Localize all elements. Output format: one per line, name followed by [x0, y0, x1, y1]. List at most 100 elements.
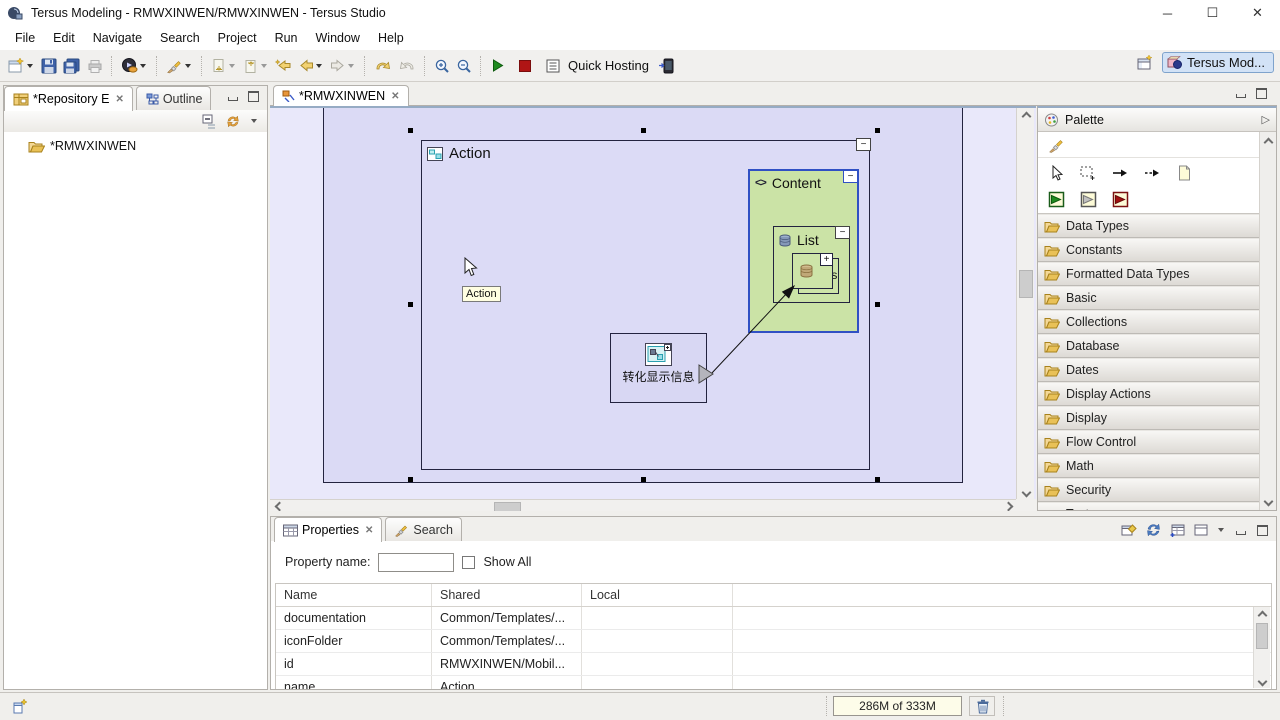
- editor-vertical-scrollbar[interactable]: [1016, 108, 1034, 499]
- palette-category-constants[interactable]: Constants: [1038, 238, 1259, 262]
- property-row-iconfolder[interactable]: iconFolder Common/Templates/...: [276, 630, 1271, 653]
- selection-handle-se[interactable]: [875, 477, 880, 482]
- scroll-thumb[interactable]: [1019, 270, 1033, 298]
- note-tool[interactable]: [1173, 163, 1195, 183]
- print-button[interactable]: [85, 54, 105, 78]
- palette-category-display[interactable]: Display: [1038, 406, 1259, 430]
- selection-handle-sw[interactable]: [408, 477, 413, 482]
- close-icon[interactable]: ✕: [115, 94, 123, 105]
- selection-handle-nw[interactable]: [408, 128, 413, 133]
- redo-button[interactable]: [396, 54, 418, 78]
- undo-button[interactable]: [372, 54, 394, 78]
- next-annotation-button[interactable]: [209, 54, 239, 78]
- menu-project[interactable]: Project: [209, 28, 266, 48]
- scroll-thumb[interactable]: [494, 502, 521, 511]
- tab-properties[interactable]: Properties ✕: [274, 517, 382, 542]
- window-close-button[interactable]: ✕: [1235, 0, 1280, 26]
- last-edit-location-button[interactable]: [273, 54, 294, 78]
- selection-handle-s[interactable]: [641, 477, 646, 482]
- exit-point-tool[interactable]: [1109, 190, 1131, 210]
- minimize-editor-button[interactable]: [1233, 87, 1248, 100]
- save-button[interactable]: [39, 54, 59, 78]
- scroll-down-arrow[interactable]: [1018, 485, 1034, 499]
- save-all-button[interactable]: [61, 54, 83, 78]
- palette-category-collections[interactable]: Collections: [1038, 310, 1259, 334]
- garbage-collect-button[interactable]: [969, 696, 995, 716]
- palette-category-data-types[interactable]: Data Types: [1038, 214, 1259, 238]
- tree-item-rmwxinwen[interactable]: *RMWXINWEN: [4, 136, 267, 156]
- new-property-table-icon[interactable]: [1169, 523, 1186, 538]
- content-display-box[interactable]: <> Content − List −: [748, 169, 859, 333]
- menu-navigate[interactable]: Navigate: [84, 28, 151, 48]
- scroll-right-arrow[interactable]: [1000, 500, 1016, 511]
- property-row-documentation[interactable]: documentation Common/Templates/...: [276, 607, 1271, 630]
- back-dropdown-arrow[interactable]: [316, 64, 322, 68]
- validate-button[interactable]: [119, 54, 150, 78]
- scroll-down-arrow[interactable]: [1254, 674, 1270, 688]
- minimize-view-button[interactable]: [1233, 524, 1248, 537]
- palette-category-formatted-data-types[interactable]: Formatted Data Types: [1038, 262, 1259, 286]
- selection-handle-w[interactable]: [408, 302, 413, 307]
- palette-category-text[interactable]: Text: [1038, 502, 1259, 511]
- expand-plus-badge[interactable]: +: [820, 253, 833, 266]
- palette-category-security[interactable]: Security: [1038, 478, 1259, 502]
- previous-annotation-dropdown-arrow[interactable]: [261, 64, 267, 68]
- scroll-up-arrow[interactable]: [1254, 607, 1270, 621]
- previous-annotation-button[interactable]: [241, 54, 271, 78]
- collapse-button[interactable]: −: [843, 170, 858, 183]
- close-icon[interactable]: ✕: [365, 525, 373, 536]
- tab-editor-rmwxinwen[interactable]: *RMWXINWEN ✕: [273, 85, 409, 106]
- property-name-input[interactable]: [378, 553, 454, 572]
- brush-tool-icon[interactable]: [1045, 135, 1067, 155]
- maximize-editor-button[interactable]: [1254, 87, 1269, 100]
- pin-editor-icon[interactable]: [1121, 523, 1138, 538]
- palette-category-flow-control[interactable]: Flow Control: [1038, 430, 1259, 454]
- selection-handle-n[interactable]: [641, 128, 646, 133]
- marquee-tool[interactable]: [1077, 163, 1099, 183]
- maximize-view-button[interactable]: [1255, 524, 1270, 537]
- properties-scrollbar[interactable]: [1253, 607, 1270, 688]
- scroll-left-arrow[interactable]: [270, 500, 286, 511]
- menu-edit[interactable]: Edit: [44, 28, 84, 48]
- link-dropdown-arrow[interactable]: [185, 64, 191, 68]
- new-dropdown-arrow[interactable]: [27, 64, 33, 68]
- scroll-thumb[interactable]: [1256, 623, 1268, 649]
- link-with-editor-button[interactable]: [164, 54, 195, 78]
- palette-collapse-arrow-icon[interactable]: ▷: [1262, 113, 1270, 126]
- scroll-down-arrow[interactable]: [1260, 494, 1276, 508]
- palette-category-math[interactable]: Math: [1038, 454, 1259, 478]
- entry-point-tool[interactable]: [1045, 190, 1067, 210]
- property-row-id[interactable]: id RMWXINWEN/Mobil...: [276, 653, 1271, 676]
- flow-arrow-tool[interactable]: [1109, 163, 1131, 183]
- palette-category-display-actions[interactable]: Display Actions: [1038, 382, 1259, 406]
- window-maximize-button[interactable]: ☐: [1190, 0, 1235, 26]
- fast-view-icon[interactable]: [12, 698, 29, 715]
- view-menu-chevron-icon[interactable]: [251, 119, 257, 123]
- collapse-button[interactable]: −: [856, 138, 871, 151]
- palette-scrollbar[interactable]: [1259, 132, 1277, 511]
- menu-help[interactable]: Help: [369, 28, 413, 48]
- tersus-modeling-perspective-button[interactable]: Tersus Mod...: [1162, 52, 1274, 73]
- action-model-box[interactable]: Action − <> Content − List: [421, 140, 870, 470]
- menu-window[interactable]: Window: [307, 28, 369, 48]
- menu-file[interactable]: File: [6, 28, 44, 48]
- collapse-all-icon[interactable]: [202, 114, 217, 129]
- column-header-name[interactable]: Name: [276, 584, 432, 606]
- refresh-sync-icon[interactable]: [1145, 522, 1162, 538]
- column-header-local[interactable]: Local: [582, 584, 733, 606]
- forward-dropdown-arrow[interactable]: [348, 64, 354, 68]
- run-button[interactable]: [488, 54, 507, 78]
- collapse-button[interactable]: −: [835, 226, 850, 239]
- model-canvas[interactable]: Action − <> Content − List: [270, 106, 1036, 511]
- scroll-up-arrow[interactable]: [1260, 134, 1276, 148]
- palette-category-database[interactable]: Database: [1038, 334, 1259, 358]
- tab-outline[interactable]: Outline: [136, 86, 212, 110]
- tab-search[interactable]: Search: [385, 517, 462, 541]
- scroll-up-arrow[interactable]: [1018, 108, 1034, 122]
- new-wizard-button[interactable]: [5, 54, 37, 78]
- mobile-hosting-button[interactable]: [656, 54, 677, 78]
- validate-dropdown-arrow[interactable]: [140, 64, 146, 68]
- selection-handle-ne[interactable]: [875, 128, 880, 133]
- window-minimize-button[interactable]: ─: [1145, 0, 1190, 26]
- select-tool[interactable]: [1045, 163, 1067, 183]
